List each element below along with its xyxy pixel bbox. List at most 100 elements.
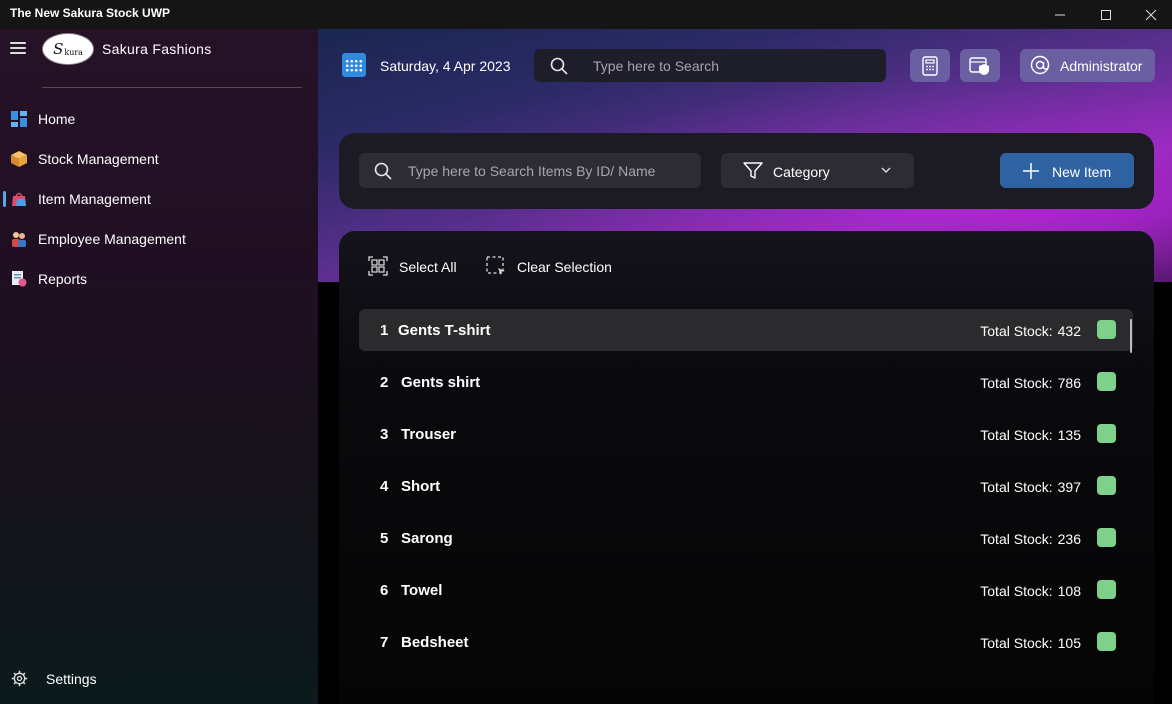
sidebar: Skura Sakura Fashions Home Stock Managem…: [0, 29, 318, 704]
status-badge: [1097, 372, 1116, 391]
item-name: Towel: [401, 582, 443, 599]
item-name: Gents T-shirt: [398, 322, 491, 339]
gear-icon: [11, 670, 28, 687]
item-search-input[interactable]: Type here to Search Items By ID/ Name: [359, 153, 701, 188]
total-stock: Total Stock: 786: [980, 375, 1081, 391]
logo-subtext: kura: [64, 47, 83, 57]
security-button[interactable]: [960, 49, 1000, 82]
total-stock: Total Stock: 236: [980, 531, 1081, 547]
table-row[interactable]: 4 Short Total Stock: 397: [359, 465, 1133, 507]
calculator-button[interactable]: [910, 49, 950, 82]
search-icon: [374, 162, 392, 180]
maximize-button[interactable]: [1083, 0, 1129, 29]
window-shield-icon: [969, 56, 989, 75]
total-stock-label: Total Stock:: [980, 479, 1053, 495]
item-id: 6: [380, 582, 389, 599]
category-dropdown[interactable]: Category: [721, 153, 914, 188]
sidebar-item-label: Reports: [38, 271, 88, 287]
table-row[interactable]: 7 Bedsheet Total Stock: 105: [359, 621, 1133, 663]
total-stock-label: Total Stock:: [980, 635, 1053, 651]
sidebar-item-settings[interactable]: Settings: [0, 661, 318, 697]
sidebar-item-employee-management[interactable]: Employee Management: [0, 221, 318, 257]
item-id: 4: [380, 478, 389, 495]
item-name: Gents shirt: [401, 374, 481, 391]
item-name: Trouser: [401, 426, 457, 443]
table-row[interactable]: 3 Trouser Total Stock: 135: [359, 413, 1133, 455]
minimize-icon: [1055, 14, 1065, 15]
total-stock-label: Total Stock:: [980, 375, 1053, 391]
sidebar-item-label: Home: [38, 111, 76, 127]
total-stock: Total Stock: 108: [980, 583, 1081, 599]
logo-letter: S: [53, 40, 64, 58]
item-id: 1: [380, 322, 389, 339]
title-bar: The New Sakura Stock UWP: [0, 0, 1172, 29]
sidebar-item-stock-management[interactable]: Stock Management: [0, 141, 318, 177]
table-row[interactable]: 6 Towel Total Stock: 108: [359, 569, 1133, 611]
table-row[interactable]: 2 Gents shirt Total Stock: 786: [359, 361, 1133, 403]
sidebar-item-label: Item Management: [38, 191, 151, 207]
new-item-label: New Item: [1052, 164, 1112, 180]
item-name: Bedsheet: [401, 634, 469, 651]
home-icon: [11, 111, 27, 127]
total-stock-value: 432: [1057, 323, 1081, 339]
status-badge: [1097, 424, 1116, 443]
table-row[interactable]: 1 Gents T-shirt Total Stock: 432: [359, 309, 1133, 351]
clear-selection-icon: [486, 256, 505, 275]
settings-label: Settings: [46, 671, 97, 687]
at-sign-icon: [1030, 55, 1050, 75]
item-id: 5: [380, 530, 389, 547]
search-icon: [550, 57, 568, 75]
box-icon: [11, 151, 27, 167]
table-row[interactable]: 5 Sarong Total Stock: 236: [359, 517, 1133, 559]
total-stock-label: Total Stock:: [980, 323, 1053, 339]
item-name: Short: [401, 478, 441, 495]
sidebar-item-label: Stock Management: [38, 151, 159, 167]
search-placeholder: Type here to Search: [593, 58, 720, 74]
hamburger-menu-icon[interactable]: [10, 42, 26, 54]
filter-bar: Type here to Search Items By ID/ Name Ca…: [339, 133, 1154, 209]
filter-icon: [743, 162, 763, 179]
sidebar-item-label: Employee Management: [38, 231, 186, 247]
close-icon: [1145, 9, 1157, 20]
user-account-button[interactable]: Administrator: [1020, 49, 1155, 82]
category-label: Category: [773, 164, 830, 180]
status-badge: [1097, 580, 1116, 599]
status-badge: [1097, 632, 1116, 651]
main-content: Saturday, 4 Apr 2023 Type here to Search…: [318, 29, 1172, 704]
selected-indicator: [3, 191, 6, 207]
status-badge: [1097, 528, 1116, 547]
total-stock-label: Total Stock:: [980, 531, 1053, 547]
total-stock-value: 236: [1057, 531, 1081, 547]
total-stock-value: 786: [1057, 375, 1081, 391]
item-name: Sarong: [401, 530, 453, 547]
total-stock: Total Stock: 432: [980, 323, 1081, 339]
clear-selection-label: Clear Selection: [517, 259, 612, 275]
report-icon: [12, 271, 27, 287]
sidebar-item-reports[interactable]: Reports: [0, 261, 318, 297]
minimize-button[interactable]: [1037, 0, 1083, 29]
global-search-input[interactable]: Type here to Search: [534, 49, 886, 82]
total-stock: Total Stock: 397: [980, 479, 1081, 495]
total-stock-value: 397: [1057, 479, 1081, 495]
select-all-icon: [368, 256, 388, 276]
list-scrollbar[interactable]: [1130, 319, 1132, 353]
item-id: 2: [380, 374, 389, 391]
current-date: Saturday, 4 Apr 2023: [380, 58, 511, 74]
new-item-button[interactable]: New Item: [1000, 153, 1134, 188]
item-list-panel: Select All Clear Selection 1 Gents T-shi…: [339, 231, 1154, 704]
item-search-placeholder: Type here to Search Items By ID/ Name: [408, 163, 656, 179]
close-button[interactable]: [1128, 0, 1172, 29]
item-id: 7: [380, 634, 389, 651]
sidebar-item-home[interactable]: Home: [0, 101, 318, 137]
user-name: Administrator: [1060, 58, 1143, 74]
select-all-label: Select All: [399, 259, 457, 275]
logo: Skura: [42, 33, 94, 65]
total-stock-label: Total Stock:: [980, 583, 1053, 599]
plus-icon: [1023, 163, 1039, 179]
sidebar-divider: [42, 87, 302, 88]
chevron-down-icon: [881, 167, 891, 173]
total-stock-value: 108: [1057, 583, 1081, 599]
window-title: The New Sakura Stock UWP: [10, 6, 171, 20]
sidebar-item-item-management[interactable]: Item Management: [0, 181, 318, 217]
people-icon: [12, 232, 26, 247]
